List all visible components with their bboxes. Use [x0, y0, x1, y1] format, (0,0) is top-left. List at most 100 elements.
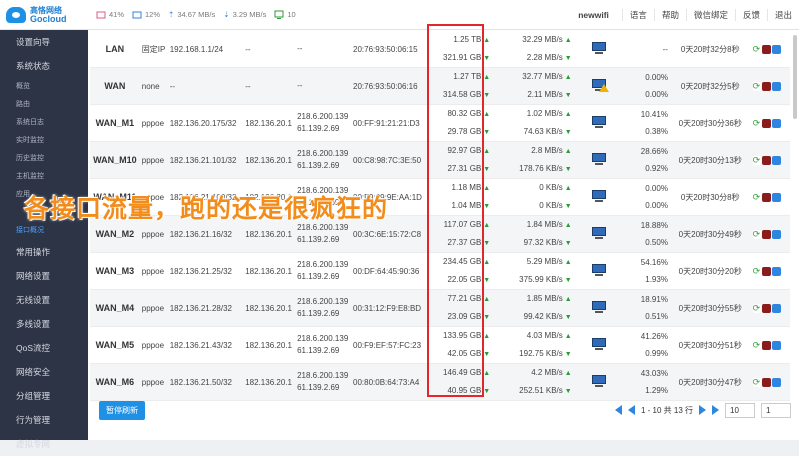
submenu-host-monitor[interactable]: 主机监控 — [0, 168, 88, 186]
pause-refresh-button[interactable]: 暂停刷新 — [99, 400, 145, 420]
upload-total: 146.49 GB — [443, 368, 482, 378]
bandwidth-usage: 18.91% 0.51% — [618, 289, 670, 328]
first-page-icon[interactable] — [614, 405, 622, 415]
download-rate: 2.28 MB/s — [526, 53, 563, 63]
memory-stat: 12% — [132, 10, 160, 20]
edit-icon[interactable] — [771, 44, 781, 54]
uptime-text: 0天20时30分55秒 — [678, 303, 742, 313]
mac-address: 00:31:12:F9:E8:BD — [351, 289, 424, 328]
menu-behavior-management[interactable]: 行为管理 — [0, 408, 88, 432]
edit-icon[interactable] — [771, 377, 781, 387]
reconnect-icon[interactable]: ⟳ — [752, 377, 761, 387]
disable-icon[interactable] — [761, 192, 771, 202]
next-page-icon[interactable] — [699, 405, 706, 415]
ip-text: 182.136.21.101/32 — [169, 155, 237, 165]
menu-network-settings[interactable]: 网络设置 — [0, 264, 88, 288]
uptime: 0天20时32分5秒 — [669, 67, 751, 106]
language-menu[interactable]: 语言 — [621, 9, 654, 21]
current-speed: 1.84 MB/s ▲ 97.32 KB/s ▼ — [492, 215, 580, 254]
bandwidth-usage: 10.41% 0.38% — [618, 104, 670, 143]
down-arrow-icon: ▼ — [483, 240, 491, 248]
menu-group-management[interactable]: 分组管理 — [0, 384, 88, 408]
submenu-realtime-monitor[interactable]: 实时监控 — [0, 132, 88, 150]
mode-text: none — [141, 81, 160, 91]
computer-icon — [590, 226, 608, 240]
edit-icon[interactable] — [771, 155, 781, 165]
submenu-history-monitor[interactable]: 历史监控 — [0, 150, 88, 168]
bandwidth-usage: 28.66% 0.92% — [618, 141, 670, 180]
pagination: 1 - 10 共 13 行 10 1 — [614, 402, 791, 418]
help-link[interactable]: 帮助 — [653, 9, 686, 21]
reconnect-icon[interactable]: ⟳ — [752, 192, 761, 202]
down-arrow-icon: ▼ — [564, 314, 572, 322]
table-row: WAN_M4 pppoe 182.136.21.28/32 182.136.20.1 2… — [90, 289, 790, 328]
disable-icon[interactable] — [761, 229, 771, 239]
reconnect-icon[interactable]: ⟳ — [752, 340, 761, 350]
table-row: WAN_M1 pppoe 182.136.20.175/32 182.136.20.1… — [90, 104, 790, 143]
link-status — [579, 141, 619, 180]
wechat-bind-link[interactable]: 微信绑定 — [685, 9, 735, 21]
disable-icon[interactable] — [761, 303, 771, 313]
edit-icon[interactable] — [771, 118, 781, 128]
menu-network-security[interactable]: 网络安全 — [0, 360, 88, 384]
page-number-select[interactable]: 1 — [761, 402, 791, 418]
menu-wireless-settings[interactable]: 无线设置 — [0, 288, 88, 312]
gateway: 182.136.20.1 — [243, 289, 296, 328]
memory-icon — [132, 11, 142, 18]
bandwidth-usage: 41.26% 0.99% — [618, 326, 670, 365]
brand-logo[interactable]: 高恪网络 Gocloud — [0, 0, 88, 30]
table-row: WAN none -- -- -- 20:76:93:50:06:16 1.27 TB ▲ 31… — [90, 67, 790, 106]
total-traffic: 117.07 GB ▲ 27.37 GB ▼ — [423, 215, 493, 254]
edit-icon[interactable] — [771, 266, 781, 276]
logout-link[interactable]: 退出 — [766, 9, 799, 21]
up-arrow-icon: ▲ — [564, 333, 572, 341]
scrollbar[interactable] — [793, 35, 797, 119]
reconnect-icon[interactable]: ⟳ — [752, 155, 761, 165]
usage-up: 54.16% — [640, 258, 668, 268]
feedback-link[interactable]: 反馈 — [734, 9, 767, 21]
edit-icon[interactable] — [771, 192, 781, 202]
gateway-text: 182.136.20.1 — [245, 118, 292, 128]
ip-text: 192.168.1.1/24 — [169, 44, 224, 54]
disable-icon[interactable] — [761, 340, 771, 350]
disable-icon[interactable] — [761, 118, 771, 128]
reconnect-icon[interactable]: ⟳ — [752, 266, 761, 276]
page-size-select[interactable]: 10 — [725, 402, 755, 418]
total-traffic: 80.32 GB ▲ 29.78 GB ▼ — [423, 104, 493, 143]
last-page-icon[interactable] — [712, 405, 719, 415]
current-speed: 0 KB/s ▲ 0 KB/s ▼ — [492, 178, 580, 217]
edit-icon[interactable] — [771, 81, 781, 91]
submenu-routes[interactable]: 路由 — [0, 96, 88, 114]
edit-icon[interactable] — [771, 340, 781, 350]
disable-icon[interactable] — [761, 44, 771, 54]
reconnect-icon[interactable]: ⟳ — [752, 44, 761, 54]
up-arrow-icon: ▲ — [564, 111, 572, 119]
total-traffic: 92.97 GB ▲ 27.31 GB ▼ — [423, 141, 493, 180]
current-speed: 4.2 MB/s ▲ 252.51 KB/s ▼ — [492, 363, 580, 402]
menu-setup-wizard[interactable]: 设置向导 — [0, 30, 88, 54]
ip-text: 182.136.21.50/32 — [169, 377, 232, 387]
menu-vpn[interactable]: 虚拟专网 — [0, 432, 88, 456]
prev-page-icon[interactable] — [627, 405, 635, 415]
submenu-overview[interactable]: 概览 — [0, 78, 88, 96]
menu-qos[interactable]: QoS流控 — [0, 336, 88, 360]
disable-icon[interactable] — [761, 81, 771, 91]
dns2-text: 61.139.2.69 — [297, 346, 340, 356]
reconnect-icon[interactable]: ⟳ — [752, 303, 761, 313]
disable-icon[interactable] — [761, 266, 771, 276]
reconnect-icon[interactable]: ⟳ — [752, 229, 761, 239]
edit-icon[interactable] — [771, 303, 781, 313]
usage-down: 0.38% — [645, 127, 668, 137]
ip-address: 182.136.21.50/32 — [167, 363, 244, 402]
total-traffic: 1.18 MB ▲ 1.04 MB ▼ — [423, 178, 493, 217]
reconnect-icon[interactable]: ⟳ — [752, 118, 761, 128]
reconnect-icon[interactable]: ⟳ — [752, 81, 761, 91]
edit-icon[interactable] — [771, 229, 781, 239]
menu-common-ops[interactable]: 常用操作 — [0, 240, 88, 264]
submenu-system-log[interactable]: 系统日志 — [0, 114, 88, 132]
menu-system-status[interactable]: 系统状态 — [0, 54, 88, 78]
download-total: 22.05 GB — [447, 275, 482, 285]
disable-icon[interactable] — [761, 377, 771, 387]
disable-icon[interactable] — [761, 155, 771, 165]
menu-multiline-settings[interactable]: 多线设置 — [0, 312, 88, 336]
